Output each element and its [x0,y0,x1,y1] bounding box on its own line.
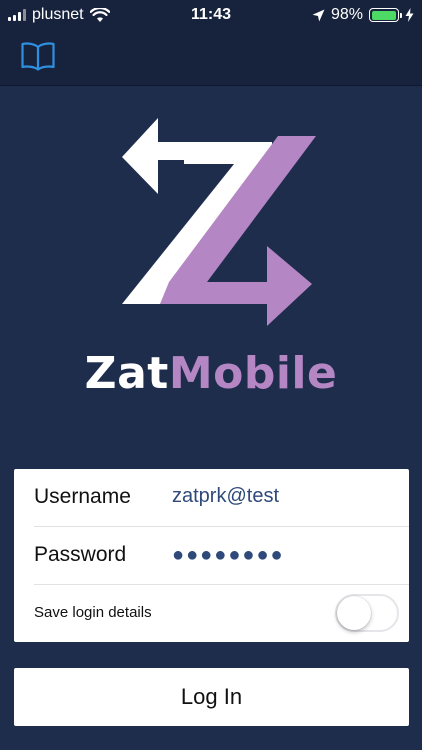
password-label: Password [34,543,127,566]
login-form: Username Password ●●●●●●●● Save login de… [14,469,409,642]
battery-percent: 98% [330,6,363,23]
status-right: 98% [312,6,414,24]
brand-part-mobile: Mobile [168,348,338,399]
status-bar: plusnet 11:43 98% [0,0,422,30]
brand-wordmark: ZatMobile [0,348,422,399]
username-field[interactable] [172,485,392,508]
nav-bar [0,30,422,86]
charging-bolt-icon [405,8,414,22]
battery-icon [369,8,402,22]
save-login-row: Save login details [14,585,409,642]
save-login-label: Save login details [34,604,152,621]
zatmobile-logo [112,112,317,332]
password-row: Password ●●●●●●●● [14,527,409,585]
toggle-knob [337,596,371,630]
username-label: Username [34,485,131,508]
brand-part-zat: Zat [84,348,169,399]
book-icon[interactable] [20,40,56,72]
battery-fill [371,10,396,20]
save-login-toggle[interactable] [335,594,399,632]
login-button[interactable]: Log In [14,668,409,726]
location-arrow-icon [312,9,325,21]
password-field[interactable]: ●●●●●●●● [172,544,285,567]
username-row: Username [14,469,409,527]
